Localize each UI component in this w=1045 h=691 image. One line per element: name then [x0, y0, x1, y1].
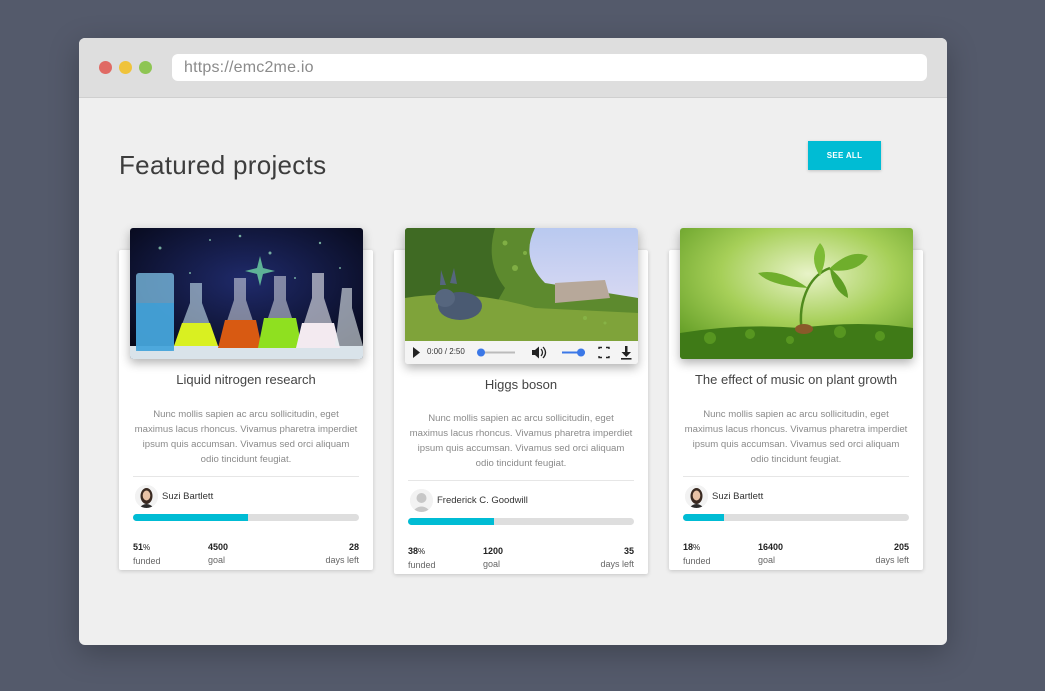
- volume-icon[interactable]: [532, 346, 547, 359]
- funding-progress-fill: [683, 514, 724, 521]
- funding-progress-fill: [133, 514, 249, 521]
- goal-value: 16400: [758, 542, 784, 552]
- goal-label: goal: [483, 559, 501, 569]
- project-card[interactable]: The effect of music on plant growth Nunc…: [669, 228, 923, 570]
- author-name[interactable]: Suzi Bartlett: [162, 491, 213, 502]
- funded-label: funded: [133, 556, 161, 566]
- goal-label: goal: [758, 555, 776, 565]
- funded-stat: 51% funded: [133, 541, 161, 568]
- divider: [408, 480, 634, 481]
- funded-stat: 18% funded: [683, 541, 711, 568]
- project-image-sprout: [680, 228, 913, 359]
- minimize-window-button[interactable]: [119, 61, 132, 74]
- avatar: [135, 485, 158, 508]
- see-all-button[interactable]: SEE ALL: [808, 141, 881, 170]
- browser-toolbar: https://emc2me.io: [79, 38, 947, 98]
- seek-handle[interactable]: [477, 348, 485, 357]
- divider: [683, 476, 909, 477]
- funded-percent: 51: [133, 542, 144, 552]
- project-video[interactable]: 0:00 / 2:50: [405, 228, 638, 364]
- project-card[interactable]: 0:00 / 2:50 Higgs boson Nunc mollis sapi…: [394, 228, 648, 574]
- days-left-label: days left: [875, 555, 909, 565]
- percent-symbol: %: [693, 543, 701, 552]
- funding-progress-bar: [133, 514, 359, 521]
- page-title: Featured projects: [119, 150, 327, 180]
- project-title[interactable]: Liquid nitrogen research: [119, 372, 373, 387]
- goal-stat: 1200 goal: [483, 545, 503, 571]
- days-left-label: days left: [325, 555, 359, 565]
- days-left-value: 35: [623, 546, 634, 556]
- avatar: [685, 485, 708, 508]
- volume-handle[interactable]: [577, 348, 585, 357]
- goal-label: goal: [208, 555, 226, 565]
- percent-symbol: %: [143, 543, 151, 552]
- days-left-value: 205: [893, 542, 909, 552]
- goal-stat: 4500 goal: [208, 541, 228, 567]
- funded-label: funded: [408, 560, 436, 570]
- project-description: Nunc mollis sapien ac arcu sollicitudin,…: [409, 413, 633, 469]
- close-window-button[interactable]: [99, 61, 112, 74]
- divider: [133, 476, 359, 477]
- days-left-label: days left: [600, 559, 634, 569]
- percent-symbol: %: [418, 547, 426, 556]
- goal-stat: 16400 goal: [758, 541, 783, 567]
- funded-percent: 38: [408, 546, 419, 556]
- goal-value: 1200: [483, 546, 504, 556]
- project-description: Nunc mollis sapien ac arcu sollicitudin,…: [134, 409, 358, 465]
- days-left-stat: 35 days left: [600, 545, 634, 571]
- funding-progress-bar: [408, 518, 634, 525]
- funded-percent: 18: [683, 542, 694, 552]
- project-card[interactable]: Liquid nitrogen research Nunc mollis sap…: [119, 228, 373, 570]
- video-time: 0:00 / 2:50: [427, 347, 465, 356]
- address-bar[interactable]: https://emc2me.io: [172, 54, 927, 81]
- play-icon[interactable]: [413, 347, 420, 358]
- funding-progress-bar: [683, 514, 909, 521]
- project-image-flasks: [130, 228, 363, 359]
- fullscreen-icon[interactable]: [598, 346, 610, 359]
- maximize-window-button[interactable]: [139, 61, 152, 74]
- browser-window: https://emc2me.io Featured projects SEE …: [79, 38, 947, 645]
- funding-progress-fill: [408, 518, 494, 525]
- days-left-value: 28: [348, 542, 359, 552]
- funded-stat: 38% funded: [408, 545, 436, 572]
- download-icon[interactable]: [621, 346, 632, 360]
- video-controls: 0:00 / 2:50: [405, 341, 638, 364]
- project-description: Nunc mollis sapien ac arcu sollicitudin,…: [684, 409, 908, 465]
- days-left-stat: 28 days left: [325, 541, 359, 567]
- funded-label: funded: [683, 556, 711, 566]
- author-name[interactable]: Frederick C. Goodwill: [437, 495, 528, 506]
- author-name[interactable]: Suzi Bartlett: [712, 491, 763, 502]
- avatar: [410, 489, 433, 512]
- project-title[interactable]: The effect of music on plant growth: [669, 372, 923, 387]
- days-left-stat: 205 days left: [875, 541, 909, 567]
- project-title[interactable]: Higgs boson: [394, 377, 648, 392]
- goal-value: 4500: [208, 542, 229, 552]
